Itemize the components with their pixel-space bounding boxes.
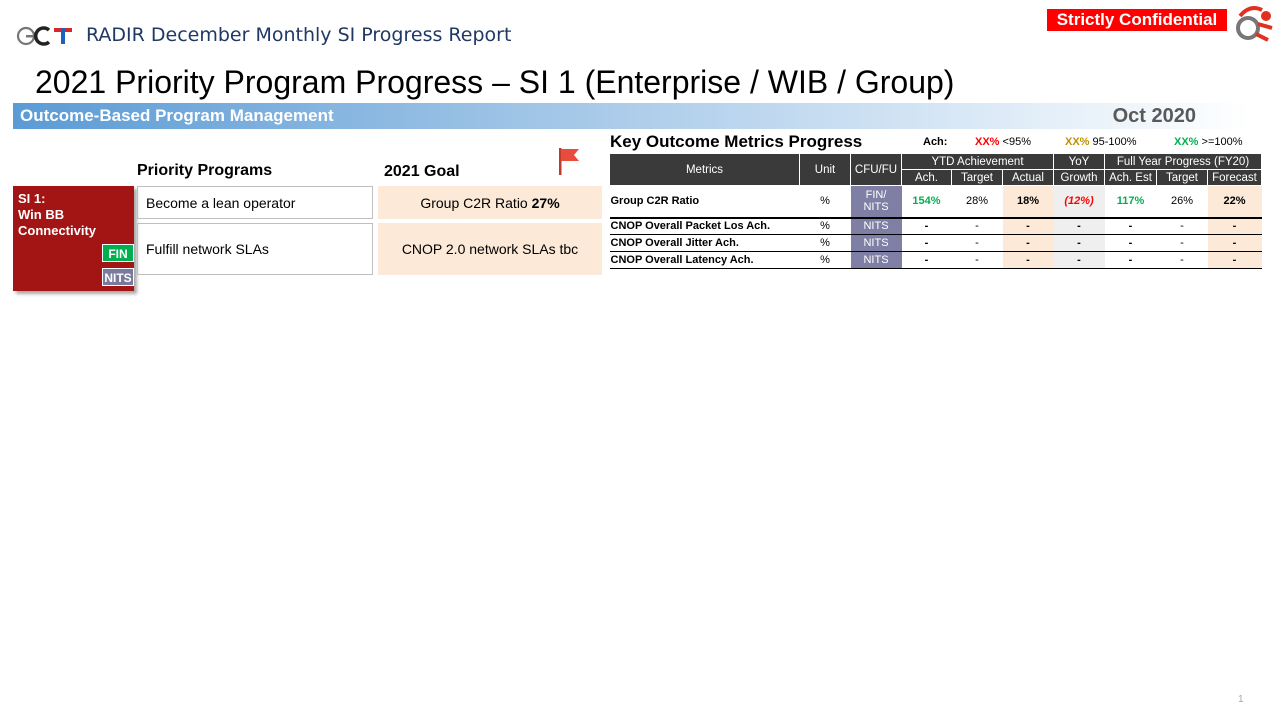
metric-target: 28% [951, 185, 1003, 219]
table-row: Group C2R Ratio % FIN/ NITS 154% 28% 18%… [609, 185, 1262, 219]
goal-text: CNOP 2.0 network SLAs tbc [401, 241, 579, 257]
nits-tag: NITS [102, 268, 134, 286]
metric-fy-target: 26% [1156, 185, 1208, 219]
metric-actual: - [1002, 217, 1054, 235]
goal-item: CNOP 2.0 network SLAs tbc [378, 223, 602, 275]
col-ytd: YTD Achievement [901, 153, 1054, 170]
metric-cfu: NITS [850, 234, 902, 252]
metric-cfu: NITS [850, 251, 902, 269]
section-banner: Outcome-Based Program Management Oct 202… [13, 103, 1250, 129]
metric-target: - [951, 251, 1003, 269]
goal-item: Group C2R Ratio 27% [378, 186, 602, 219]
si-block: SI 1: Win BB Connectivity FIN NITS [13, 186, 134, 291]
metric-unit: % [799, 251, 851, 269]
metric-yoy: (12%) [1053, 185, 1105, 219]
table-row: CNOP Overall Jitter Ach. % NITS - - - - … [609, 234, 1262, 252]
metric-name: Group C2R Ratio [609, 185, 800, 219]
col-growth: Growth [1053, 169, 1105, 186]
brand-mark-icon [1236, 6, 1273, 42]
metric-forecast: 22% [1207, 185, 1262, 219]
metric-ach: - [901, 251, 952, 269]
col-target: Target [951, 169, 1003, 186]
col-ach: Ach. [901, 169, 952, 186]
metric-cfu: FIN/ NITS [850, 185, 902, 219]
metric-ach: - [901, 234, 952, 252]
col-unit: Unit [799, 153, 851, 186]
program-item: Fulfill network SLAs [137, 223, 373, 275]
metric-yoy: - [1053, 251, 1105, 269]
program-name: Become a lean operator [146, 194, 296, 211]
metric-ach-est: - [1104, 251, 1157, 269]
flag-icon [559, 148, 579, 175]
metric-target: - [951, 217, 1003, 235]
col-cfu: CFU/FU [850, 153, 902, 186]
metric-ach-est: - [1104, 217, 1157, 235]
goal-header: 2021 Goal [384, 163, 460, 180]
legend-label: Ach: [923, 136, 948, 148]
metric-ach-est: 117% [1104, 185, 1157, 219]
metric-forecast: - [1207, 234, 1262, 252]
gct-logo [16, 26, 72, 46]
col-forecast: Forecast [1207, 169, 1262, 186]
metric-yoy: - [1053, 217, 1105, 235]
legend-green: XX% >=100% [1174, 136, 1243, 148]
metric-forecast: - [1207, 217, 1262, 235]
goal-value: 27% [531, 194, 560, 211]
metric-ach-est: - [1104, 234, 1157, 252]
col-metrics: Metrics [609, 153, 800, 186]
metric-ach: - [901, 217, 952, 235]
metric-cfu: NITS [850, 217, 902, 235]
priority-programs-header: Priority Programs [137, 162, 273, 179]
metric-fy-target: - [1156, 217, 1208, 235]
metric-name: CNOP Overall Latency Ach. [609, 251, 800, 269]
metric-unit: % [799, 234, 851, 252]
page-number: 1 [1238, 694, 1244, 705]
metric-fy-target: - [1156, 251, 1208, 269]
metric-actual: 18% [1002, 185, 1054, 219]
metric-name: CNOP Overall Packet Los Ach. [609, 217, 800, 235]
col-yoy: YoY [1053, 153, 1105, 170]
table-row: CNOP Overall Packet Los Ach. % NITS - - … [609, 217, 1262, 235]
report-title: RADIR December Monthly SI Progress Repor… [86, 24, 512, 46]
table-row: CNOP Overall Latency Ach. % NITS - - - -… [609, 251, 1262, 269]
si-label: SI 1: Win BB Connectivity [18, 191, 97, 238]
metric-unit: % [799, 185, 851, 219]
col-actual: Actual [1002, 169, 1054, 186]
program-item: Become a lean operator [137, 186, 373, 219]
banner-label: Outcome-Based Program Management [20, 106, 334, 125]
report-date: Oct 2020 [1112, 105, 1196, 127]
kom-title: Key Outcome Metrics Progress [610, 132, 863, 151]
goal-text: Group C2R Ratio [420, 194, 532, 211]
metric-fy-target: - [1156, 234, 1208, 252]
metric-ach: 154% [901, 185, 952, 219]
confidential-badge: Strictly Confidential [1047, 9, 1227, 31]
fin-tag: FIN [102, 244, 134, 262]
metric-target: - [951, 234, 1003, 252]
metric-actual: - [1002, 251, 1054, 269]
program-name: Fulfill network SLAs [146, 241, 269, 257]
metric-name: CNOP Overall Jitter Ach. [609, 234, 800, 252]
col-ach-est: Ach. Est [1104, 169, 1157, 186]
col-fy-target: Target [1156, 169, 1208, 186]
metric-yoy: - [1053, 234, 1105, 252]
page-title: 2021 Priority Program Progress – SI 1 (E… [35, 64, 955, 100]
metric-actual: - [1002, 234, 1054, 252]
metric-forecast: - [1207, 251, 1262, 269]
metrics-table: Metrics Unit CFU/FU YTD Achievement YoY … [609, 153, 1262, 269]
legend-amber: XX% 95-100% [1065, 136, 1137, 148]
metric-unit: % [799, 217, 851, 235]
legend-red: XX% <95% [975, 136, 1031, 148]
col-fy: Full Year Progress (FY20) [1104, 153, 1262, 170]
